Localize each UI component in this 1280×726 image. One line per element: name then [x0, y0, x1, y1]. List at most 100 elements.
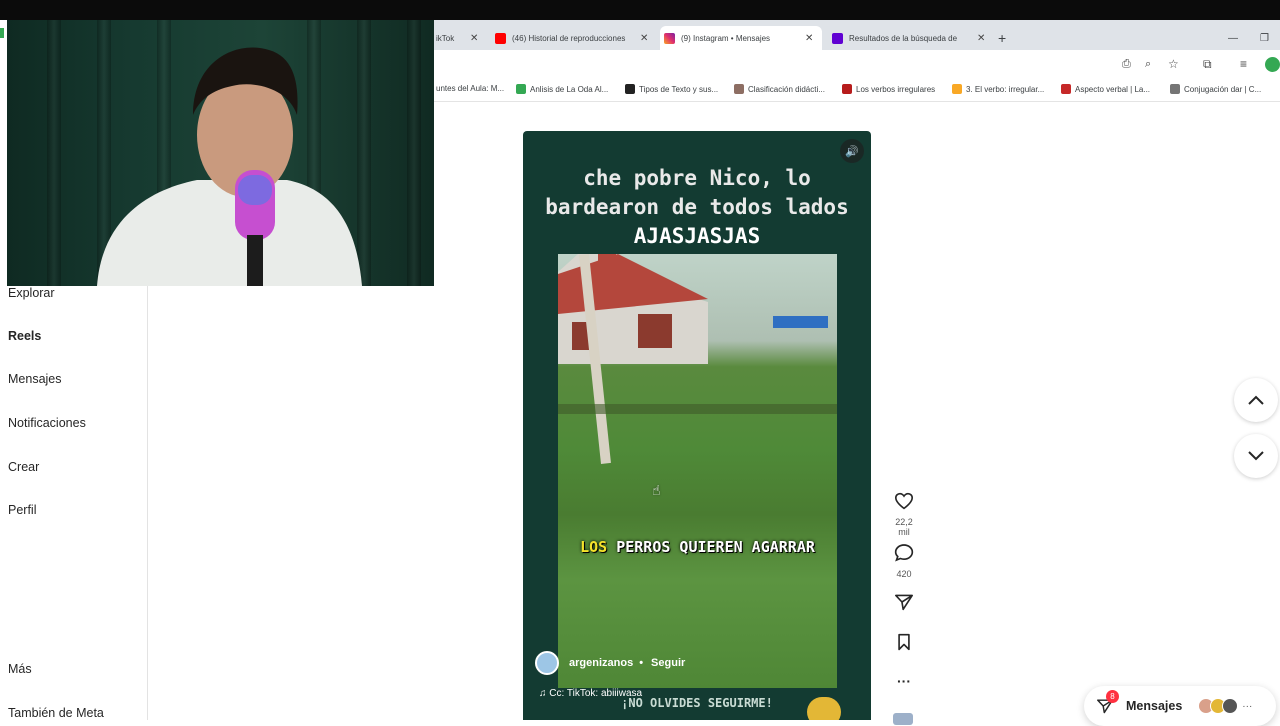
streamer-silhouette — [97, 47, 362, 286]
youtube-icon — [495, 32, 506, 44]
bookmark-label: Tipos de Texto y sus... — [639, 84, 719, 94]
more-icon[interactable]: ··· — [1242, 701, 1252, 712]
messages-label: Mensajes — [1126, 699, 1183, 713]
video-frame[interactable] — [558, 254, 837, 688]
sidebar-item-crear[interactable]: Crear — [8, 460, 39, 474]
comment-button[interactable]: 420 — [889, 543, 919, 579]
unread-badge: 8 — [1106, 690, 1119, 703]
follow-button[interactable]: Seguir — [651, 657, 685, 669]
bookmark-favicon — [734, 84, 744, 94]
minimize-icon[interactable]: — — [1228, 26, 1238, 50]
bookmark-item[interactable]: Tipos de Texto y sus... — [625, 84, 718, 94]
close-icon[interactable]: ✕ — [470, 33, 478, 44]
comment-count: 420 — [896, 569, 912, 579]
like-button[interactable]: 22,2 mil — [889, 492, 919, 537]
tab-instagram-messages[interactable]: (9) Instagram • Mensajes ✕ — [660, 26, 822, 50]
previous-reel-button[interactable] — [1234, 378, 1278, 422]
sidebar-item-notificaciones[interactable]: Notificaciones — [8, 416, 86, 430]
volume-icon[interactable]: 🔊 — [840, 139, 864, 163]
video-caption: LOS PERROS QUIEREN AGARRAR — [558, 538, 837, 556]
bookmark-item[interactable]: untes del Aula: M... — [436, 84, 504, 93]
restore-icon[interactable]: ❐ — [1260, 26, 1269, 50]
new-tab-button[interactable]: + — [998, 26, 1006, 50]
tab-yahoo-search[interactable]: Resultados de la búsqueda de ✕ — [832, 26, 992, 50]
bookmark-star-icon[interactable]: ☆ — [1168, 57, 1179, 71]
reel-video-card[interactable]: 🔊 che pobre Nico, lo bardearon de todos … — [523, 131, 871, 720]
chevron-down-icon — [1248, 451, 1264, 461]
install-app-icon[interactable]: ⎙ — [1122, 58, 1131, 71]
mouse-cursor: ☝ — [652, 482, 661, 498]
sidebar-item-reels[interactable]: Reels — [8, 329, 41, 343]
sidebar-item-tambien-de-meta[interactable]: También de Meta — [8, 706, 104, 720]
bookmark-label: untes del Aula: M... — [436, 84, 505, 93]
video-scene — [558, 254, 837, 464]
screen-top-strip — [0, 0, 1280, 20]
browser-toolbar — [434, 50, 1280, 80]
yahoo-icon — [832, 32, 843, 44]
bookmark-favicon — [952, 84, 962, 94]
sidebar-item-mensajes[interactable]: Mensajes — [8, 372, 62, 386]
bookmark-label: 3. El verbo: irregular... — [966, 84, 1045, 94]
extensions-icon[interactable]: ⧉ — [1203, 57, 1212, 72]
title-line: AJASJASJAS — [633, 224, 761, 248]
tab-title: (9) Instagram • Mensajes — [681, 33, 771, 43]
messages-pill[interactable]: 8 Mensajes ··· — [1084, 686, 1276, 726]
author-row: argenizanos • Seguir — [535, 651, 685, 675]
like-count: 22,2 mil — [895, 517, 913, 537]
tab-title: (46) Historial de reproducciones — [512, 33, 626, 43]
caption-text: PERROS QUIEREN AGARRAR — [607, 538, 815, 556]
plus-icon: + — [998, 30, 1007, 46]
bookmark-item[interactable]: Clasificación didácti... — [734, 84, 825, 94]
next-reel-button[interactable] — [1234, 434, 1278, 478]
chevron-up-icon — [1248, 395, 1264, 405]
instagram-icon — [664, 32, 675, 44]
share-button[interactable] — [889, 593, 919, 616]
close-icon[interactable]: ✕ — [640, 33, 648, 44]
send-icon — [894, 594, 913, 611]
avatar[interactable] — [535, 651, 559, 675]
sidebar-item-mas[interactable]: Más — [8, 662, 32, 676]
separator-dot: • — [639, 657, 644, 669]
bookmark-label: Conjugación dar | C... — [1184, 84, 1262, 94]
bookmark-favicon — [1061, 84, 1071, 94]
bookmark-item[interactable]: Aspecto verbal | La... — [1061, 84, 1150, 94]
bookmark-item[interactable]: 3. El verbo: irregular... — [952, 84, 1044, 94]
save-button[interactable] — [889, 633, 919, 656]
more-options-icon[interactable]: ··· — [889, 673, 919, 689]
bookmark-label: Clasificación didácti... — [748, 84, 825, 94]
profile-avatar[interactable] — [1265, 57, 1280, 72]
tab-youtube-history[interactable]: (46) Historial de reproducciones ✕ — [495, 26, 655, 50]
bookmark-label: Los verbos irregulares — [856, 84, 936, 94]
bookmark-item[interactable]: Anlisis de La Oda Al... — [516, 84, 608, 94]
tab-title: Resultados de la búsqueda de — [849, 33, 958, 43]
audio-thumbnail[interactable] — [893, 713, 913, 725]
bookmark-item[interactable]: Conjugación dar | C... — [1170, 84, 1261, 94]
comment-icon — [894, 544, 914, 562]
sidebar-item-explorar[interactable]: Explorar — [8, 286, 55, 300]
sidebar-item-perfil[interactable]: Perfil — [8, 503, 36, 517]
close-icon[interactable]: ✕ — [805, 33, 813, 44]
tab-tiktok[interactable]: ikTok ✕ — [436, 26, 486, 50]
left-edge-marker — [0, 28, 4, 38]
author-name[interactable]: argenizanos — [569, 657, 633, 669]
bookmark-favicon — [625, 84, 635, 94]
zoom-icon[interactable]: ⌕ — [1145, 58, 1151, 71]
title-line: bardearon de todos lados — [545, 195, 849, 219]
caption-highlight: LOS — [580, 538, 608, 556]
emoji-sticker — [807, 697, 841, 720]
media-controls-icon[interactable]: ≡ — [1240, 57, 1247, 71]
bookmark-favicon — [516, 84, 526, 94]
close-icon[interactable]: ✕ — [977, 33, 985, 44]
bookmark-item[interactable]: Los verbos irregulares — [842, 84, 935, 94]
bookmark-label: Aspecto verbal | La... — [1075, 84, 1151, 94]
bookmark-label: Anlisis de La Oda Al... — [530, 84, 609, 94]
bookmark-favicon — [842, 84, 852, 94]
title-line: che pobre Nico, lo — [583, 166, 811, 190]
reel-overlay-title: che pobre Nico, lo bardearon de todos la… — [523, 164, 871, 251]
bookmark-icon — [898, 633, 910, 651]
tab-title: ikTok — [436, 33, 455, 43]
avatar — [1222, 698, 1239, 714]
heart-icon — [894, 492, 914, 510]
bookmark-favicon — [1170, 84, 1180, 94]
webcam-overlay — [7, 20, 434, 286]
